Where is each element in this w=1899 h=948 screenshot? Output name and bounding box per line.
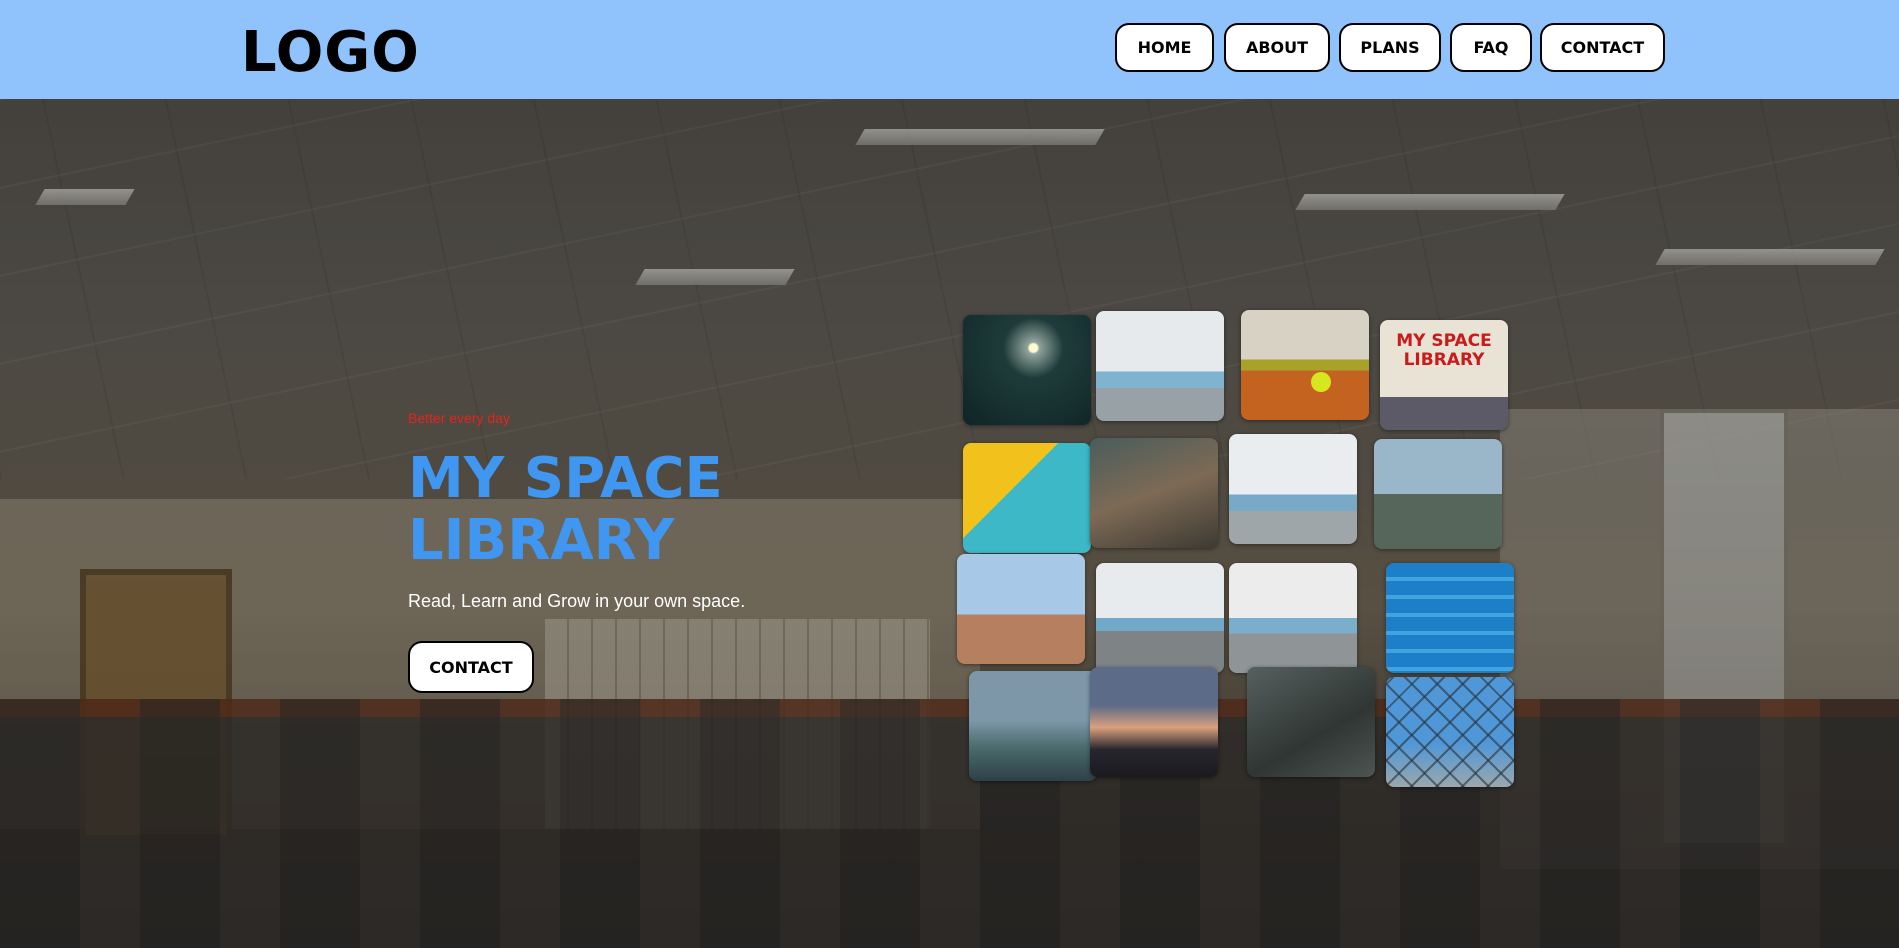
nav-contact-button[interactable]: CONTACT (1540, 23, 1665, 72)
hero-subtitle: Read, Learn and Grow in your own space. (408, 591, 746, 611)
top-navbar: LOGO HOME ABOUT PLANS FAQ CONTACT (0, 0, 1899, 99)
nav-about-button[interactable]: ABOUT (1224, 23, 1330, 72)
main-nav: HOME ABOUT PLANS FAQ CONTACT (0, 23, 1899, 75)
hero-contact-button[interactable]: CONTACT (408, 641, 534, 693)
nav-home-button[interactable]: HOME (1115, 23, 1214, 72)
nav-faq-button[interactable]: FAQ (1450, 23, 1532, 72)
collage-photo-fitness-room (1229, 563, 1357, 673)
collage-photo-soccer-player (1374, 439, 1502, 549)
hero-title: MY SPACE LIBRARY (408, 446, 723, 573)
collage-photo-yoga (1090, 667, 1218, 777)
collage-photo-tennis (1241, 310, 1369, 420)
hero-tagline: Better every day (408, 410, 510, 426)
collage-photo-rock (1090, 438, 1218, 548)
nav-plans-button[interactable]: PLANS (1339, 23, 1441, 72)
collage-photo-library-sign: MY SPACE LIBRARY (1380, 320, 1508, 430)
collage-photo-gym (1096, 311, 1224, 421)
collage-photo-fence-hoop (1386, 677, 1514, 787)
collage-photo-weightlifting (1247, 667, 1375, 777)
collage-photo-night-field (963, 315, 1091, 425)
collage-photo-climbing (963, 443, 1091, 553)
collage-photo-fitness-hall (1096, 563, 1224, 673)
collage-photo-swimming (1386, 563, 1514, 673)
hero-dark-overlay (0, 99, 1899, 948)
collage-photo-cyclist (969, 671, 1097, 781)
collage-photo-gym-room (1229, 434, 1357, 544)
collage-photo-basketball (957, 554, 1085, 664)
library-sign-text: MY SPACE LIBRARY (1396, 331, 1492, 370)
